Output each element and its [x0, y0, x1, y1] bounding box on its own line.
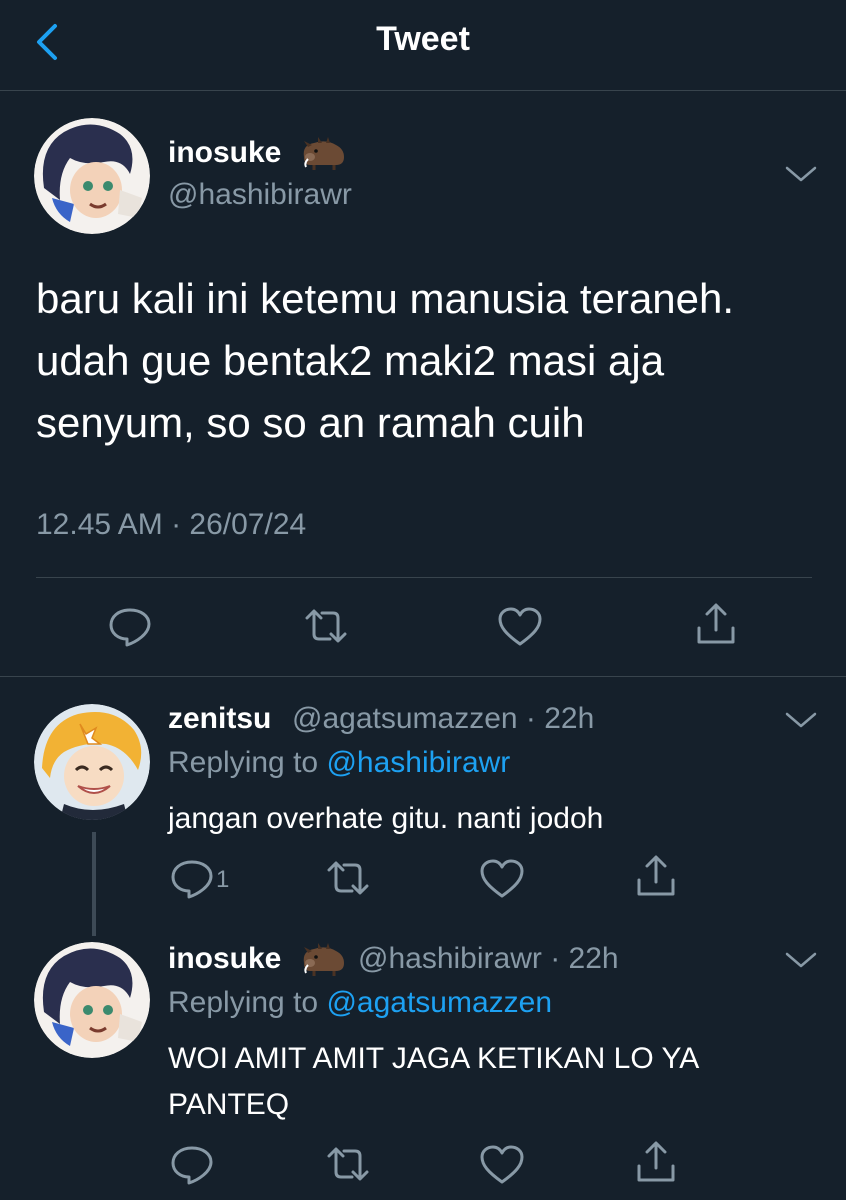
reply-author-name[interactable]: inosuke	[168, 942, 346, 977]
reply-author-handle: @hashibirawr	[358, 942, 542, 975]
reply-icon[interactable]	[106, 604, 154, 648]
avatar[interactable]	[34, 118, 150, 234]
mention-link[interactable]: @hashibirawr	[326, 746, 510, 779]
share-icon[interactable]	[692, 602, 740, 646]
chevron-down-icon[interactable]	[784, 710, 818, 730]
retweet-icon[interactable]	[324, 1142, 372, 1186]
like-icon[interactable]	[496, 604, 544, 648]
boar-emoji-icon	[303, 137, 344, 171]
reply-icon[interactable]	[168, 856, 216, 900]
top-bar: Tweet	[0, 0, 846, 91]
divider	[0, 676, 846, 677]
author-name-text: inosuke	[168, 136, 282, 169]
replying-prefix: Replying to	[168, 746, 327, 779]
author-name-text: inosuke	[168, 942, 282, 975]
reply-time: · 22h	[550, 942, 619, 975]
reply-author-meta[interactable]: @agatsumazzen · 22h	[292, 702, 594, 736]
avatar[interactable]	[34, 942, 150, 1058]
reply-text: jangan overhate gitu. nanti jodoh	[168, 802, 604, 835]
share-icon[interactable]	[632, 854, 680, 898]
like-icon[interactable]	[478, 856, 526, 900]
share-icon[interactable]	[632, 1140, 680, 1184]
thread-line	[92, 832, 96, 936]
chevron-down-icon[interactable]	[784, 164, 818, 184]
reply-author-meta[interactable]: @hashibirawr · 22h	[358, 942, 619, 976]
replying-prefix: Replying to	[168, 986, 327, 1019]
avatar[interactable]	[34, 704, 150, 820]
replying-to: Replying to @agatsumazzen	[168, 986, 552, 1020]
replying-to: Replying to @hashibirawr	[168, 746, 510, 780]
reply-text: WOI AMIT AMIT JAGA KETIKAN LO YA PANTEQ	[168, 1042, 698, 1121]
like-icon[interactable]	[478, 1142, 526, 1186]
boar-emoji-icon	[303, 943, 344, 977]
tweet-text: baru kali ini ketemu manusia teraneh. ud…	[36, 275, 735, 446]
mention-link[interactable]: @agatsumazzen	[326, 986, 552, 1019]
reply-icon[interactable]	[168, 1142, 216, 1186]
tweet-timestamp[interactable]: 12.45 AM · 26/07/24	[36, 508, 306, 542]
divider	[36, 577, 812, 578]
chevron-down-icon[interactable]	[784, 950, 818, 970]
main-author-handle[interactable]: @hashibirawr	[168, 178, 352, 212]
retweet-icon[interactable]	[302, 604, 350, 648]
page-title: Tweet	[376, 20, 470, 58]
main-author-name[interactable]: inosuke	[168, 136, 346, 171]
reply-count: 1	[216, 866, 230, 893]
retweet-icon[interactable]	[324, 856, 372, 900]
reply-author-handle: @agatsumazzen	[292, 702, 518, 735]
reply-author-name[interactable]: zenitsu	[168, 702, 271, 736]
reply-time: · 22h	[525, 702, 595, 735]
